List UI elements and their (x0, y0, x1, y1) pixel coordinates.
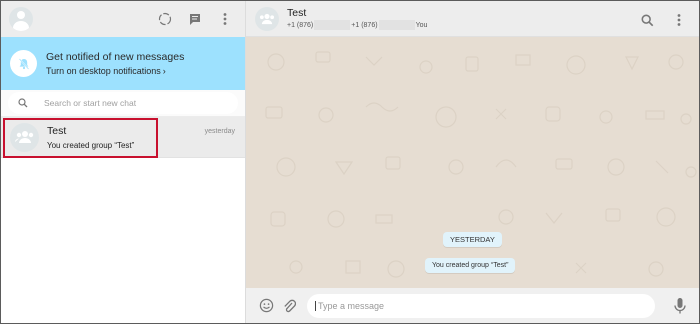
date-divider: YESTERDAY (443, 232, 502, 247)
menu-icon[interactable] (217, 9, 233, 29)
chevron-right-icon: › (162, 66, 166, 76)
search-box[interactable] (8, 92, 238, 114)
whatsapp-web-window: Get notified of new messages Turn on des… (0, 0, 700, 324)
member-list: +1 (876) +1 (876) You (287, 20, 427, 30)
group-icon (259, 13, 275, 24)
search-input[interactable] (44, 98, 214, 108)
new-chat-icon[interactable] (187, 9, 203, 29)
enable-notifications-link[interactable]: Turn on desktop notifications › (46, 66, 184, 76)
conversation-avatar[interactable] (255, 6, 279, 31)
notification-subtitle: Turn on desktop notifications (46, 66, 161, 76)
bell-off-icon (10, 50, 37, 77)
conversation-actions (639, 10, 687, 30)
left-header-actions (157, 9, 233, 29)
redacted-block (378, 20, 415, 30)
search-icon[interactable] (639, 10, 655, 30)
status-icon[interactable] (157, 9, 173, 29)
chat-last-message: You created group “Test” (47, 140, 135, 150)
group-icon (14, 131, 33, 143)
message-input[interactable] (315, 300, 635, 311)
member-phone: +1 (876) (287, 21, 314, 29)
redacted-block (314, 20, 351, 30)
search-icon (18, 98, 28, 108)
left-header (1, 1, 245, 37)
group-avatar (10, 122, 39, 152)
microphone-icon[interactable] (673, 297, 687, 315)
search-bar (1, 90, 245, 117)
profile-avatar[interactable] (9, 7, 33, 31)
conversation-pane: Test +1 (876) +1 (876) You YESTERDAY You… (246, 1, 699, 323)
attach-icon[interactable] (281, 298, 297, 314)
message-input-box[interactable] (307, 293, 655, 318)
system-message: You created group “Test” (425, 258, 516, 273)
chat-time: yesterday (204, 128, 235, 135)
notification-banner[interactable]: Get notified of new messages Turn on des… (1, 37, 245, 90)
chat-list-item[interactable]: Test You created group “Test” yesterday (1, 117, 245, 158)
message-composer (246, 288, 699, 323)
menu-icon[interactable] (671, 10, 687, 30)
notification-title: Get notified of new messages (46, 51, 185, 63)
chat-wallpaper (246, 37, 699, 288)
chat-list-pane: Get notified of new messages Turn on des… (1, 1, 246, 323)
member-phone: +1 (876) (351, 21, 378, 29)
conversation-header[interactable]: Test +1 (876) +1 (876) You (246, 1, 699, 37)
conversation-title: Test (287, 7, 307, 19)
member-you: You (415, 21, 428, 29)
emoji-icon[interactable] (258, 298, 274, 314)
